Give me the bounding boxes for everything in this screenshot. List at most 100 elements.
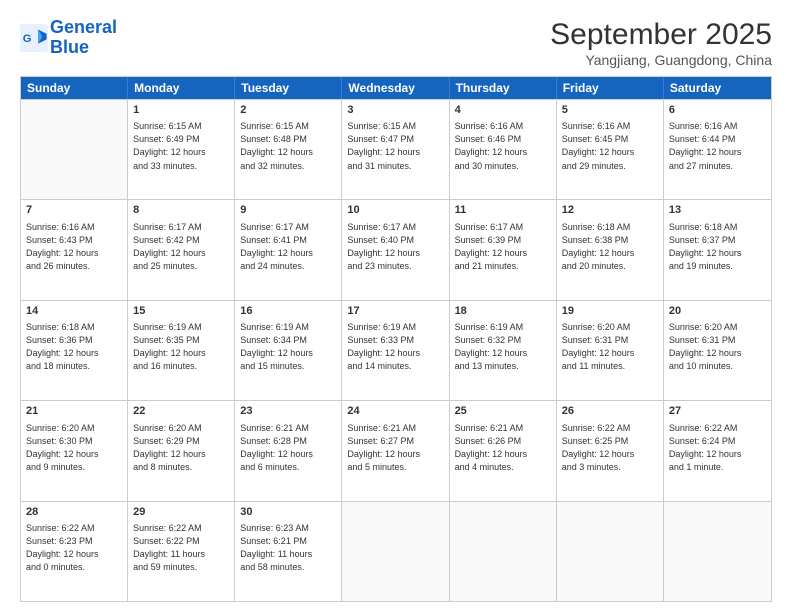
day-info: Sunrise: 6:19 AMSunset: 6:33 PMDaylight:… (347, 321, 443, 373)
day-info: Sunrise: 6:22 AMSunset: 6:25 PMDaylight:… (562, 422, 658, 474)
cal-cell-empty-4-4 (450, 502, 557, 601)
day-info: Sunrise: 6:21 AMSunset: 6:28 PMDaylight:… (240, 422, 336, 474)
day-number: 28 (26, 505, 122, 520)
day-number: 18 (455, 304, 551, 319)
cal-week-4: 21 Sunrise: 6:20 AMSunset: 6:30 PMDayligh… (21, 400, 771, 500)
day-info: Sunrise: 6:16 AMSunset: 6:44 PMDaylight:… (669, 120, 766, 172)
day-info: Sunrise: 6:20 AMSunset: 6:30 PMDaylight:… (26, 422, 122, 474)
day-info: Sunrise: 6:16 AMSunset: 6:43 PMDaylight:… (26, 221, 122, 273)
day-number: 21 (26, 404, 122, 419)
cal-cell-17: 17 Sunrise: 6:19 AMSunset: 6:33 PMDayligh… (342, 301, 449, 400)
cal-week-1: 1Sunrise: 6:15 AMSunset: 6:49 PMDaylight… (21, 99, 771, 199)
logo-general: General (50, 17, 117, 37)
day-number: 3 (347, 103, 443, 118)
cal-cell-8: 8Sunrise: 6:17 AMSunset: 6:42 PMDaylight… (128, 200, 235, 299)
day-info: Sunrise: 6:16 AMSunset: 6:45 PMDaylight:… (562, 120, 658, 172)
day-info: Sunrise: 6:18 AMSunset: 6:38 PMDaylight:… (562, 221, 658, 273)
day-number: 29 (133, 505, 229, 520)
cal-cell-18: 18 Sunrise: 6:19 AMSunset: 6:32 PMDayligh… (450, 301, 557, 400)
day-number: 16 (240, 304, 336, 319)
cal-cell-29: 29 Sunrise: 6:22 AMSunset: 6:22 PMDayligh… (128, 502, 235, 601)
day-number: 6 (669, 103, 766, 118)
day-number: 5 (562, 103, 658, 118)
logo-blue: Blue (50, 37, 89, 57)
day-info: Sunrise: 6:17 AMSunset: 6:40 PMDaylight:… (347, 221, 443, 273)
cal-cell-2: 2Sunrise: 6:15 AMSunset: 6:48 PMDaylight… (235, 100, 342, 199)
day-info: Sunrise: 6:19 AMSunset: 6:35 PMDaylight:… (133, 321, 229, 373)
cal-week-2: 7Sunrise: 6:16 AMSunset: 6:43 PMDaylight… (21, 199, 771, 299)
cal-cell-5: 5 Sunrise: 6:16 AMSunset: 6:45 PMDaylight… (557, 100, 664, 199)
cal-week-5: 28Sunrise: 6:22 AMSunset: 6:23 PMDayligh… (21, 501, 771, 601)
day-info: Sunrise: 6:21 AMSunset: 6:27 PMDaylight:… (347, 422, 443, 474)
day-info: Sunrise: 6:19 AMSunset: 6:32 PMDaylight:… (455, 321, 551, 373)
cal-cell-23: 23Sunrise: 6:21 AMSunset: 6:28 PMDayligh… (235, 401, 342, 500)
day-info: Sunrise: 6:20 AMSunset: 6:31 PMDaylight:… (669, 321, 766, 373)
logo: G General Blue (20, 18, 117, 58)
day-number: 12 (562, 203, 658, 218)
cal-cell-10: 10 Sunrise: 6:17 AMSunset: 6:40 PMDayligh… (342, 200, 449, 299)
day-info: Sunrise: 6:20 AMSunset: 6:31 PMDaylight:… (562, 321, 658, 373)
cal-cell-3: 3 Sunrise: 6:15 AMSunset: 6:47 PMDaylight… (342, 100, 449, 199)
day-number: 26 (562, 404, 658, 419)
day-info: Sunrise: 6:22 AMSunset: 6:22 PMDaylight:… (133, 522, 229, 574)
cal-week-3: 14 Sunrise: 6:18 AMSunset: 6:36 PMDayligh… (21, 300, 771, 400)
day-info: Sunrise: 6:17 AMSunset: 6:41 PMDaylight:… (240, 221, 336, 273)
page: G General Blue September 2025 Yangjiang,… (0, 0, 792, 612)
cal-cell-1: 1Sunrise: 6:15 AMSunset: 6:49 PMDaylight… (128, 100, 235, 199)
cal-header-saturday: Saturday (664, 77, 771, 99)
cal-cell-30: 30Sunrise: 6:23 AMSunset: 6:21 PMDayligh… (235, 502, 342, 601)
cal-cell-empty-4-3 (342, 502, 449, 601)
day-number: 19 (562, 304, 658, 319)
cal-cell-28: 28Sunrise: 6:22 AMSunset: 6:23 PMDayligh… (21, 502, 128, 601)
day-info: Sunrise: 6:18 AMSunset: 6:36 PMDaylight:… (26, 321, 122, 373)
day-number: 11 (455, 203, 551, 218)
day-info: Sunrise: 6:16 AMSunset: 6:46 PMDaylight:… (455, 120, 551, 172)
calendar: SundayMondayTuesdayWednesdayThursdayFrid… (20, 76, 772, 602)
day-number: 22 (133, 404, 229, 419)
day-info: Sunrise: 6:19 AMSunset: 6:34 PMDaylight:… (240, 321, 336, 373)
cal-cell-11: 11Sunrise: 6:17 AMSunset: 6:39 PMDayligh… (450, 200, 557, 299)
day-info: Sunrise: 6:21 AMSunset: 6:26 PMDaylight:… (455, 422, 551, 474)
day-info: Sunrise: 6:15 AMSunset: 6:49 PMDaylight:… (133, 120, 229, 172)
cal-cell-16: 16 Sunrise: 6:19 AMSunset: 6:34 PMDayligh… (235, 301, 342, 400)
cal-header-sunday: Sunday (21, 77, 128, 99)
cal-cell-25: 25 Sunrise: 6:21 AMSunset: 6:26 PMDayligh… (450, 401, 557, 500)
day-number: 2 (240, 103, 336, 118)
day-info: Sunrise: 6:15 AMSunset: 6:47 PMDaylight:… (347, 120, 443, 172)
day-number: 9 (240, 203, 336, 218)
day-number: 20 (669, 304, 766, 319)
header: G General Blue September 2025 Yangjiang,… (20, 18, 772, 68)
cal-cell-7: 7Sunrise: 6:16 AMSunset: 6:43 PMDaylight… (21, 200, 128, 299)
cal-cell-4: 4 Sunrise: 6:16 AMSunset: 6:46 PMDaylight… (450, 100, 557, 199)
cal-cell-empty-4-5 (557, 502, 664, 601)
day-number: 4 (455, 103, 551, 118)
cal-cell-27: 27Sunrise: 6:22 AMSunset: 6:24 PMDayligh… (664, 401, 771, 500)
cal-cell-24: 24 Sunrise: 6:21 AMSunset: 6:27 PMDayligh… (342, 401, 449, 500)
day-number: 13 (669, 203, 766, 218)
day-info: Sunrise: 6:17 AMSunset: 6:42 PMDaylight:… (133, 221, 229, 273)
day-number: 17 (347, 304, 443, 319)
main-title: September 2025 (550, 18, 772, 52)
day-number: 24 (347, 404, 443, 419)
cal-cell-21: 21 Sunrise: 6:20 AMSunset: 6:30 PMDayligh… (21, 401, 128, 500)
day-info: Sunrise: 6:18 AMSunset: 6:37 PMDaylight:… (669, 221, 766, 273)
cal-header-monday: Monday (128, 77, 235, 99)
day-number: 30 (240, 505, 336, 520)
cal-cell-13: 13 Sunrise: 6:18 AMSunset: 6:37 PMDayligh… (664, 200, 771, 299)
cal-cell-26: 26 Sunrise: 6:22 AMSunset: 6:25 PMDayligh… (557, 401, 664, 500)
day-number: 27 (669, 404, 766, 419)
cal-cell-empty-4-6 (664, 502, 771, 601)
title-block: September 2025 Yangjiang, Guangdong, Chi… (550, 18, 772, 68)
cal-cell-6: 6 Sunrise: 6:16 AMSunset: 6:44 PMDaylight… (664, 100, 771, 199)
day-info: Sunrise: 6:20 AMSunset: 6:29 PMDaylight:… (133, 422, 229, 474)
day-number: 25 (455, 404, 551, 419)
cal-header-thursday: Thursday (450, 77, 557, 99)
cal-cell-15: 15 Sunrise: 6:19 AMSunset: 6:35 PMDayligh… (128, 301, 235, 400)
day-number: 15 (133, 304, 229, 319)
day-number: 10 (347, 203, 443, 218)
day-number: 14 (26, 304, 122, 319)
cal-cell-9: 9 Sunrise: 6:17 AMSunset: 6:41 PMDaylight… (235, 200, 342, 299)
calendar-header: SundayMondayTuesdayWednesdayThursdayFrid… (21, 77, 771, 99)
cal-cell-empty-0-0 (21, 100, 128, 199)
cal-header-friday: Friday (557, 77, 664, 99)
